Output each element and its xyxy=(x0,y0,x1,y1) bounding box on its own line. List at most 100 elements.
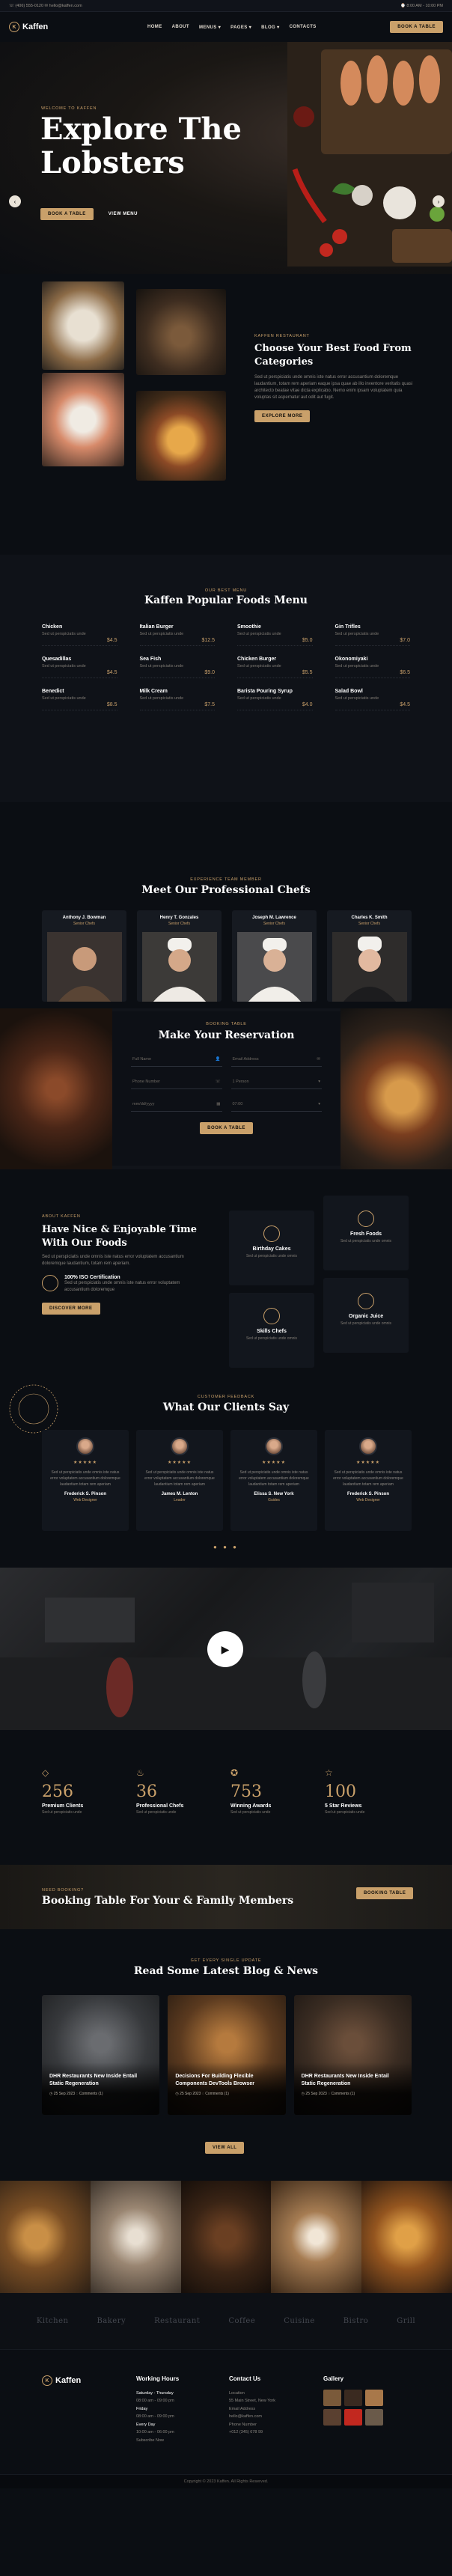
gallery-image-dining xyxy=(90,2181,181,2293)
about-image-plate xyxy=(42,281,124,370)
chevron-down-icon: ▾ xyxy=(318,1101,320,1106)
hero-next-arrow-icon[interactable]: › xyxy=(433,195,445,207)
menu-item[interactable]: Salad Bowl Sed ut perspiciatis unde $4.5 xyxy=(335,689,410,710)
menu-item[interactable]: Smoothie Sed ut perspiciatis unde $5.0 xyxy=(237,624,313,646)
gallery-thumb[interactable] xyxy=(323,2409,341,2426)
nav-item-contacts[interactable]: CONTACTS xyxy=(290,25,317,30)
avatar xyxy=(265,1437,283,1455)
cake-icon xyxy=(263,1225,280,1242)
booking-table-button[interactable]: BOOKING TABLE xyxy=(356,1887,414,1899)
about-image-shrimp xyxy=(42,373,124,466)
gallery-thumb[interactable] xyxy=(365,2390,383,2406)
about-image-dish xyxy=(136,289,226,375)
menu-item[interactable]: Milk Cream Sed ut perspiciatis unde $7.5 xyxy=(139,689,215,710)
email-field[interactable]: Email Address ✉ xyxy=(230,1052,322,1067)
gallery-image-latte xyxy=(271,2181,362,2293)
feature-card[interactable]: Fresh Foods Sed ut perspiciatis unde omni… xyxy=(323,1196,409,1270)
gallery-thumb[interactable] xyxy=(344,2390,362,2406)
reservation-image-grill xyxy=(0,1008,112,1169)
blog-card[interactable]: DHR Restaurants New Inside Entail Static… xyxy=(293,1995,412,2115)
menu-item[interactable]: Okonomiyaki Sed ut perspiciatis unde $6.5 xyxy=(335,657,410,678)
view-all-blog-button[interactable]: VIEW ALL xyxy=(205,2142,245,2154)
menu-eyebrow: Our best menu xyxy=(204,588,248,593)
nav-item-home[interactable]: HOME xyxy=(147,25,162,30)
gallery-thumb[interactable] xyxy=(365,2409,383,2426)
footer-brand-name: Kaffen xyxy=(55,2376,82,2385)
hero-book-button[interactable]: BOOK A TABLE xyxy=(40,208,94,220)
main-nav: K Kaffen HOME ABOUT MENUS ▾ PAGES ▾ BLOG… xyxy=(0,12,452,42)
person-select[interactable]: 1 Person ▾ xyxy=(230,1074,322,1089)
menu-item[interactable]: Quesadillas Sed ut perspiciatis unde $4.5 xyxy=(42,657,117,678)
gallery-thumb[interactable] xyxy=(344,2409,362,2426)
features-section: About Kaffen Have Nice & Enjoyable Time … xyxy=(0,1169,452,1379)
counters-section: ◇ 256 Premium Clients Sed ut perspiciatis u… xyxy=(0,1730,452,1865)
menu-item[interactable]: Chicken Sed ut perspiciatis unde $4.5 xyxy=(42,624,117,646)
menu-item[interactable]: Barista Pouring Syrup Sed ut perspiciatis… xyxy=(237,689,313,710)
book-table-nav-button[interactable]: BOOK A TABLE xyxy=(390,21,443,33)
phone-field[interactable]: Phone Number ☏ xyxy=(131,1074,222,1089)
menu-item[interactable]: Sea Fish Sed ut perspiciatis unde $9.0 xyxy=(139,657,215,678)
feature-card[interactable]: Organic Juice Sed ut perspiciatis unde om… xyxy=(323,1278,409,1353)
menu-item[interactable]: Chicken Burger Sed ut perspiciatis unde $5… xyxy=(237,657,313,678)
play-icon: ▶ xyxy=(221,1642,230,1655)
gallery-grid xyxy=(323,2390,383,2426)
menu-item[interactable]: Italian Burger Sed ut perspiciatis unde $1… xyxy=(139,624,215,646)
chef-card[interactable]: Charles K. Smith Senior Chefs xyxy=(327,910,412,1002)
time-select[interactable]: 07:00 ▾ xyxy=(230,1097,322,1112)
blog-card[interactable]: DHR Restaurants New Inside Entail Static… xyxy=(42,1995,160,2115)
partner-logos: Kitchen Bakery Restaurant Coffee Cuisine… xyxy=(0,2293,452,2349)
nav-item-blog[interactable]: BLOG ▾ xyxy=(261,25,279,30)
contact-heading: Contact Us xyxy=(229,2375,261,2382)
booking-eyebrow: Need booking? xyxy=(42,1888,84,1893)
about-description: Sed ut perspiciatis unde omnis iste natu… xyxy=(254,375,413,401)
partner-logo: Coffee xyxy=(228,2317,256,2325)
certification-text: Sed ut perspiciatis unde omnis iste natu… xyxy=(64,1281,180,1293)
brand-logo[interactable]: K Kaffen xyxy=(9,22,147,32)
partner-logo: Cuisine xyxy=(284,2317,315,2325)
features-title: Have Nice & Enjoyable Time With Our Food… xyxy=(42,1224,198,1249)
nav-item-pages[interactable]: PAGES ▾ xyxy=(230,25,251,30)
user-icon: 👤 xyxy=(215,1056,221,1062)
blog-card[interactable]: Decisions For Building Flexible Componen… xyxy=(168,1995,286,2115)
hero-menu-button[interactable]: VIEW MENU xyxy=(101,208,145,220)
nav-item-menus[interactable]: MENUS ▾ xyxy=(199,25,221,30)
chef-card[interactable]: Anthony J. Bowman Senior Chefs xyxy=(42,910,126,1002)
reservation-eyebrow: Booking table xyxy=(206,1022,247,1026)
certificate-icon xyxy=(42,1275,58,1292)
menu-title: Kaffen Popular Foods Menu xyxy=(144,594,308,606)
chef-card[interactable]: Henry T. Gonzales Senior Chefs xyxy=(137,910,222,1002)
menu-item[interactable]: Benedict Sed ut perspiciatis unde $8.5 xyxy=(42,689,117,710)
date-field[interactable]: mm/dd/yyyy ▦ xyxy=(131,1097,222,1112)
counter-item: ☆ 100 5 Star Reviews Sed ut perspiciatis un… xyxy=(325,1767,407,1815)
play-video-button[interactable]: ▶ xyxy=(207,1631,243,1667)
footer-hours: Working Hours Saturday - Thursday 08:00 … xyxy=(136,2375,219,2444)
about-explore-button[interactable]: EXPLORE MORE xyxy=(254,410,311,423)
copyright-text: Copyright © 2023 Kaffen. All Rights Rese… xyxy=(183,2479,269,2484)
star-icon: ☆ xyxy=(325,1767,333,1778)
features-discover-button[interactable]: DISCOVER MORE xyxy=(42,1303,100,1315)
footer-contact: Contact Us Location 55 Main Street, New … xyxy=(229,2375,311,2437)
blog-eyebrow: Get every single update xyxy=(190,1958,262,1963)
chef-list: Anthony J. Bowman Senior Chefs Henry T. … xyxy=(42,910,412,1002)
reservation-image-burger xyxy=(340,1008,452,1169)
chef-card[interactable]: Joseph M. Lawrence Senior Chefs xyxy=(232,910,317,1002)
subscribe-link[interactable]: Subscribe Now xyxy=(136,2437,219,2444)
footer: K Kaffen Working Hours Saturday - Thursd… xyxy=(0,2349,452,2474)
star-rating: ★★★★★ xyxy=(73,1461,97,1465)
carousel-dots[interactable]: ● ● ● xyxy=(0,1544,452,1550)
gallery-thumb[interactable] xyxy=(323,2390,341,2406)
chefs-title: Meet Our Professional Chefs xyxy=(141,884,311,896)
reservation-submit-button[interactable]: BOOK A TABLE xyxy=(200,1122,253,1134)
opening-hours: ⌚ 8:00 AM - 10:00 PM xyxy=(400,3,443,8)
hours-heading: Working Hours xyxy=(136,2375,180,2382)
star-rating: ★★★★★ xyxy=(168,1461,192,1465)
feature-card[interactable]: Birthday Cakes Sed ut perspiciatis unde o… xyxy=(229,1211,314,1285)
menu-item[interactable]: Gin Trifles Sed ut perspiciatis unde $7.0 xyxy=(335,624,410,646)
hero-prev-arrow-icon[interactable]: ‹ xyxy=(9,195,21,207)
nav-item-about[interactable]: ABOUT xyxy=(172,25,189,30)
chevron-down-icon: ▾ xyxy=(318,1079,320,1084)
name-field[interactable]: Full Name 👤 xyxy=(131,1052,222,1067)
gallery-heading: Gallery xyxy=(323,2375,344,2382)
blog-list: DHR Restaurants New Inside Entail Static… xyxy=(42,1995,412,2115)
feature-card[interactable]: Skills Chefs Sed ut perspiciatis unde omn… xyxy=(229,1293,314,1368)
